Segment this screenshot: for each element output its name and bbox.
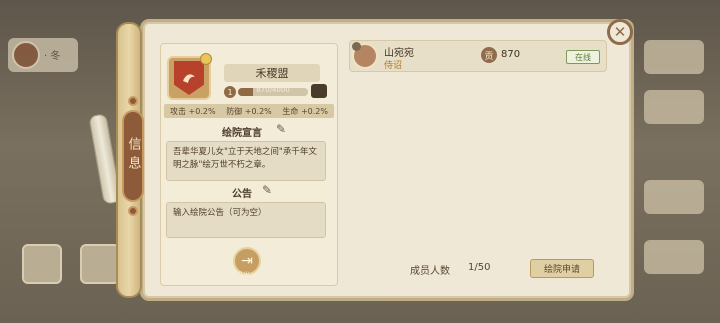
- pen-icon[interactable]: ✎: [262, 183, 272, 197]
- declaration-title: 绘院宣言: [222, 128, 262, 139]
- bg-bottom-icon-2: [80, 244, 120, 284]
- member-name: 山宛宛: [384, 48, 414, 59]
- tab-info[interactable]: 信息: [122, 110, 144, 202]
- bg-player-text: · 冬: [44, 51, 61, 62]
- stat-hp: 生命 +0.2%: [282, 106, 328, 116]
- stat-defense: 防御 +0.2%: [226, 106, 272, 116]
- close-button[interactable]: ✕: [607, 19, 633, 45]
- bg-right-deco-2: [644, 90, 704, 124]
- chest-icon[interactable]: [311, 84, 327, 98]
- tab-knob-bottom: [128, 206, 138, 216]
- bg-player-card: · 冬: [8, 38, 78, 72]
- tab-knob-top: [128, 96, 138, 106]
- guild-exp-text: 870/4000: [256, 86, 290, 94]
- close-icon: ✕: [613, 23, 627, 41]
- contribution-icon: 贡: [481, 47, 497, 63]
- bg-right-deco-3: [644, 180, 704, 214]
- guild-name: 禾稷盟: [224, 64, 320, 82]
- notice-input[interactable]: 输入绘院公告（可为空）: [166, 202, 326, 238]
- status-badge: 在线: [566, 50, 600, 64]
- emblem-edit-badge-icon[interactable]: [200, 53, 212, 65]
- bg-bottom-icon-1: [22, 244, 62, 284]
- exit-label: 退出: [236, 271, 250, 279]
- bg-right-deco-4: [644, 240, 704, 274]
- member-count-label: 成员人数: [410, 266, 450, 277]
- bg-avatar: [12, 41, 40, 69]
- avatar-badge-icon: [352, 42, 361, 51]
- stat-attack: 攻击 +0.2%: [170, 106, 216, 116]
- notice-title: 公告: [232, 189, 252, 200]
- member-count-value: 1/50: [468, 262, 491, 273]
- phoenix-icon: [174, 61, 204, 95]
- guild-level: 1: [224, 86, 236, 98]
- guild-stat-strip: 攻击 +0.2% 防御 +0.2% 生命 +0.2%: [164, 104, 334, 118]
- pen-icon[interactable]: ✎: [276, 122, 286, 136]
- member-contribution: 870: [501, 49, 521, 60]
- apply-button[interactable]: 绘院申请: [530, 259, 594, 278]
- member-role: 侍诏: [384, 61, 403, 71]
- bg-right-deco-1: [644, 40, 704, 74]
- exit-icon: ⇥: [241, 253, 253, 269]
- declaration-text: 吾辈华夏儿女"立于天地之间"承千年文明之脉"绘万世不朽之章。: [166, 141, 326, 181]
